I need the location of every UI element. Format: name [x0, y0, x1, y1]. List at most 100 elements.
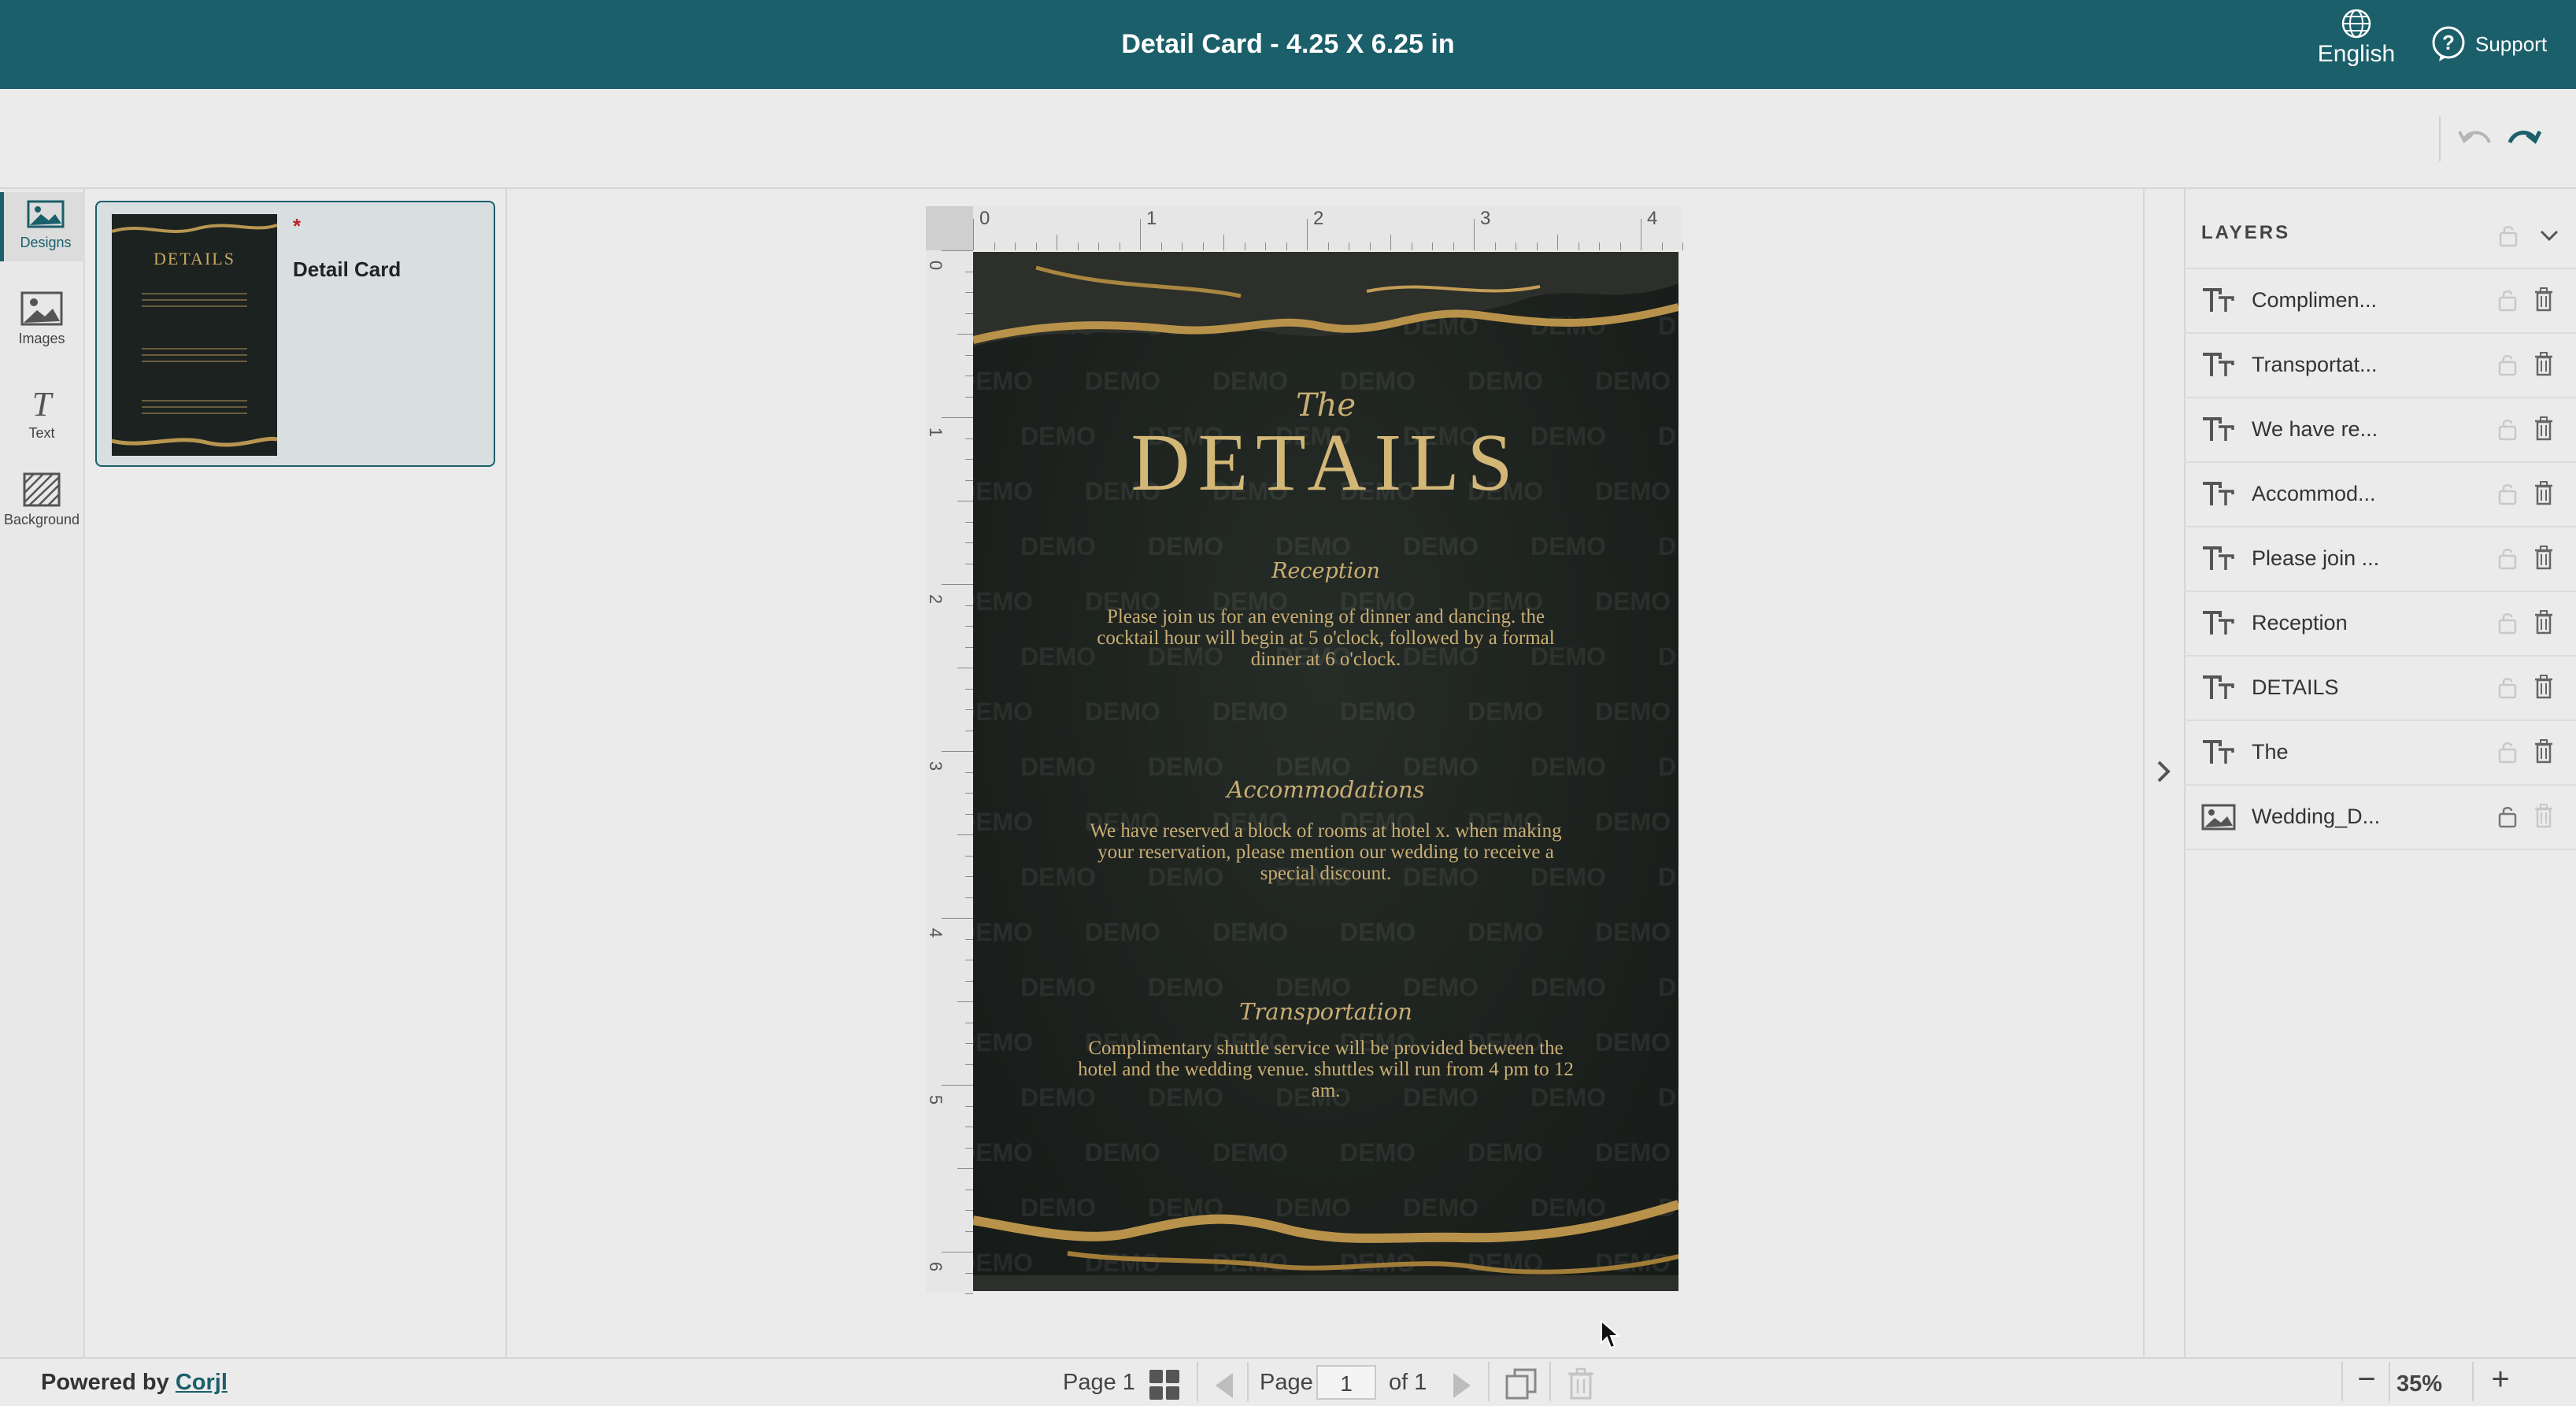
ruler-tick	[942, 417, 973, 418]
ruler-tick	[965, 626, 973, 627]
transportation-heading[interactable]: Transportation	[973, 998, 1678, 1025]
ruler-tick	[1494, 242, 1496, 250]
ruler-tick	[942, 250, 973, 251]
ruler-tick	[1557, 235, 1558, 250]
layer-lock-button[interactable]	[2497, 611, 2518, 638]
globe-icon	[2341, 9, 2371, 39]
layer-row[interactable]: Please join ...	[2184, 526, 2576, 589]
layer-row[interactable]: Reception	[2184, 590, 2576, 653]
trash-icon	[2535, 481, 2552, 505]
accommodations-body[interactable]: We have reserved a block of rooms at hot…	[1074, 820, 1578, 884]
delete-page-button[interactable]	[1565, 1367, 1597, 1405]
ruler-top-number: 3	[1480, 208, 1491, 229]
ruler-tick	[965, 876, 973, 877]
transportation-body[interactable]: Complimentary shuttle service will be pr…	[1074, 1038, 1578, 1101]
watermark-text: DEMO	[973, 1028, 1033, 1056]
layer-row[interactable]: The	[2184, 720, 2576, 783]
rail-designs-tab[interactable]: Designs	[0, 192, 87, 261]
layer-row[interactable]: Wedding_D...	[2184, 784, 2576, 847]
mouse-cursor	[1600, 1319, 1621, 1355]
layer-row[interactable]: Complimen...	[2184, 268, 2576, 331]
ruler-tick	[965, 479, 973, 481]
ruler-left-number: 4	[926, 927, 946, 938]
watermark-text: DEMO	[1658, 642, 1678, 671]
undo-button[interactable]	[2455, 122, 2496, 157]
trash-icon	[2535, 287, 2552, 312]
lock-all-layers-button[interactable]	[2497, 224, 2519, 251]
design-name[interactable]: Detail Card	[293, 257, 401, 282]
ruler-tick	[994, 242, 995, 250]
layer-lock-button[interactable]	[2497, 675, 2518, 703]
watermark-text: DEMO	[1212, 918, 1288, 946]
zoom-out-button[interactable]: −	[2349, 1362, 2384, 1397]
rail-images-tab[interactable]: Images	[0, 290, 83, 347]
layer-name: DETAILS	[2252, 675, 2339, 699]
rail-text-tab[interactable]: T Text	[0, 384, 83, 442]
layer-lock-button[interactable]	[2497, 288, 2518, 316]
language-selector[interactable]: English	[2307, 6, 2406, 82]
layer-lock-button[interactable]	[2497, 740, 2518, 768]
layer-lock-button[interactable]	[2497, 482, 2518, 509]
layer-delete-button[interactable]	[2533, 545, 2554, 574]
support-button[interactable]: ? Support	[2430, 24, 2547, 65]
pager-divider	[1197, 1362, 1198, 1401]
next-page-button[interactable]	[1450, 1370, 1474, 1405]
ruler-tick	[965, 813, 973, 815]
thumbnail-title: DETAILS	[154, 249, 235, 268]
details-title[interactable]: DETAILS	[973, 416, 1678, 509]
layer-delete-button[interactable]	[2533, 351, 2554, 380]
lock-icon	[2498, 678, 2517, 699]
layer-row[interactable]: DETAILS	[2184, 655, 2576, 718]
watermark-text: DEMO	[1340, 697, 1416, 726]
pager-divider	[1247, 1362, 1249, 1401]
layer-lock-button[interactable]	[2497, 353, 2518, 380]
layer-delete-button[interactable]	[2533, 609, 2554, 638]
watermark-text: DEMO	[1340, 1138, 1416, 1167]
layer-name: Transportat...	[2252, 353, 2378, 376]
page-grid-button[interactable]	[1148, 1368, 1181, 1405]
ruler-tick	[1098, 242, 1099, 250]
collapse-panel-button[interactable]	[2154, 756, 2174, 787]
layer-lock-button[interactable]	[2497, 805, 2518, 832]
layer-row[interactable]: Transportat...	[2184, 332, 2576, 395]
ruler-tick	[1599, 242, 1600, 250]
zoom-in-button[interactable]: +	[2483, 1362, 2518, 1397]
design-canvas[interactable]: DEMO DEMO D EMO DEMO DEMO DEMO DEMO DEMO DEMO DEMO…	[973, 252, 1678, 1291]
layers-collapse-button[interactable]	[2538, 227, 2560, 248]
layer-delete-button[interactable]	[2533, 287, 2554, 316]
reception-body[interactable]: Please join us for an evening of dinner …	[1074, 606, 1578, 670]
layer-type	[2201, 287, 2236, 319]
chevron-right-icon	[2157, 760, 2171, 783]
layer-lock-button[interactable]	[2497, 546, 2518, 574]
accommodations-heading[interactable]: Accommodations	[973, 776, 1678, 803]
design-thumbnail[interactable]: DETAILS	[112, 214, 277, 456]
layer-delete-button[interactable]	[2533, 803, 2554, 832]
layer-lock-button[interactable]	[2497, 417, 2518, 445]
background-pattern-icon	[23, 472, 61, 507]
watermark-text: DEMO	[1085, 1138, 1160, 1167]
layer-row[interactable]: Accommod...	[2184, 461, 2576, 524]
previous-page-button[interactable]	[1212, 1370, 1236, 1405]
ruler-tick	[965, 938, 973, 940]
ruler-tick	[957, 834, 973, 835]
support-label: Support	[2475, 31, 2548, 56]
reception-heading[interactable]: Reception	[973, 559, 1678, 583]
ruler-tick	[973, 219, 974, 250]
layer-delete-button[interactable]	[2533, 738, 2554, 768]
ruler-tick	[965, 855, 973, 857]
redo-button[interactable]	[2504, 122, 2545, 157]
ruler-tick	[1160, 242, 1162, 250]
corjl-link[interactable]: Corjl	[176, 1370, 228, 1395]
ruler-tick	[965, 605, 973, 606]
document-title: Detail Card - 4.25 X 6.25 in	[1121, 29, 1455, 59]
layer-delete-button[interactable]	[2533, 674, 2554, 703]
layer-row[interactable]: We have re...	[2184, 397, 2576, 460]
page-number-input[interactable]: 1	[1316, 1365, 1376, 1400]
watermark-text: DEMO	[973, 587, 1033, 616]
pager-divider	[1488, 1362, 1490, 1401]
rail-background-tab[interactable]: Background	[0, 471, 83, 528]
layer-delete-button[interactable]	[2533, 480, 2554, 509]
layers-list-end	[2184, 849, 2576, 850]
duplicate-page-button[interactable]	[1504, 1367, 1538, 1405]
layer-delete-button[interactable]	[2533, 416, 2554, 445]
